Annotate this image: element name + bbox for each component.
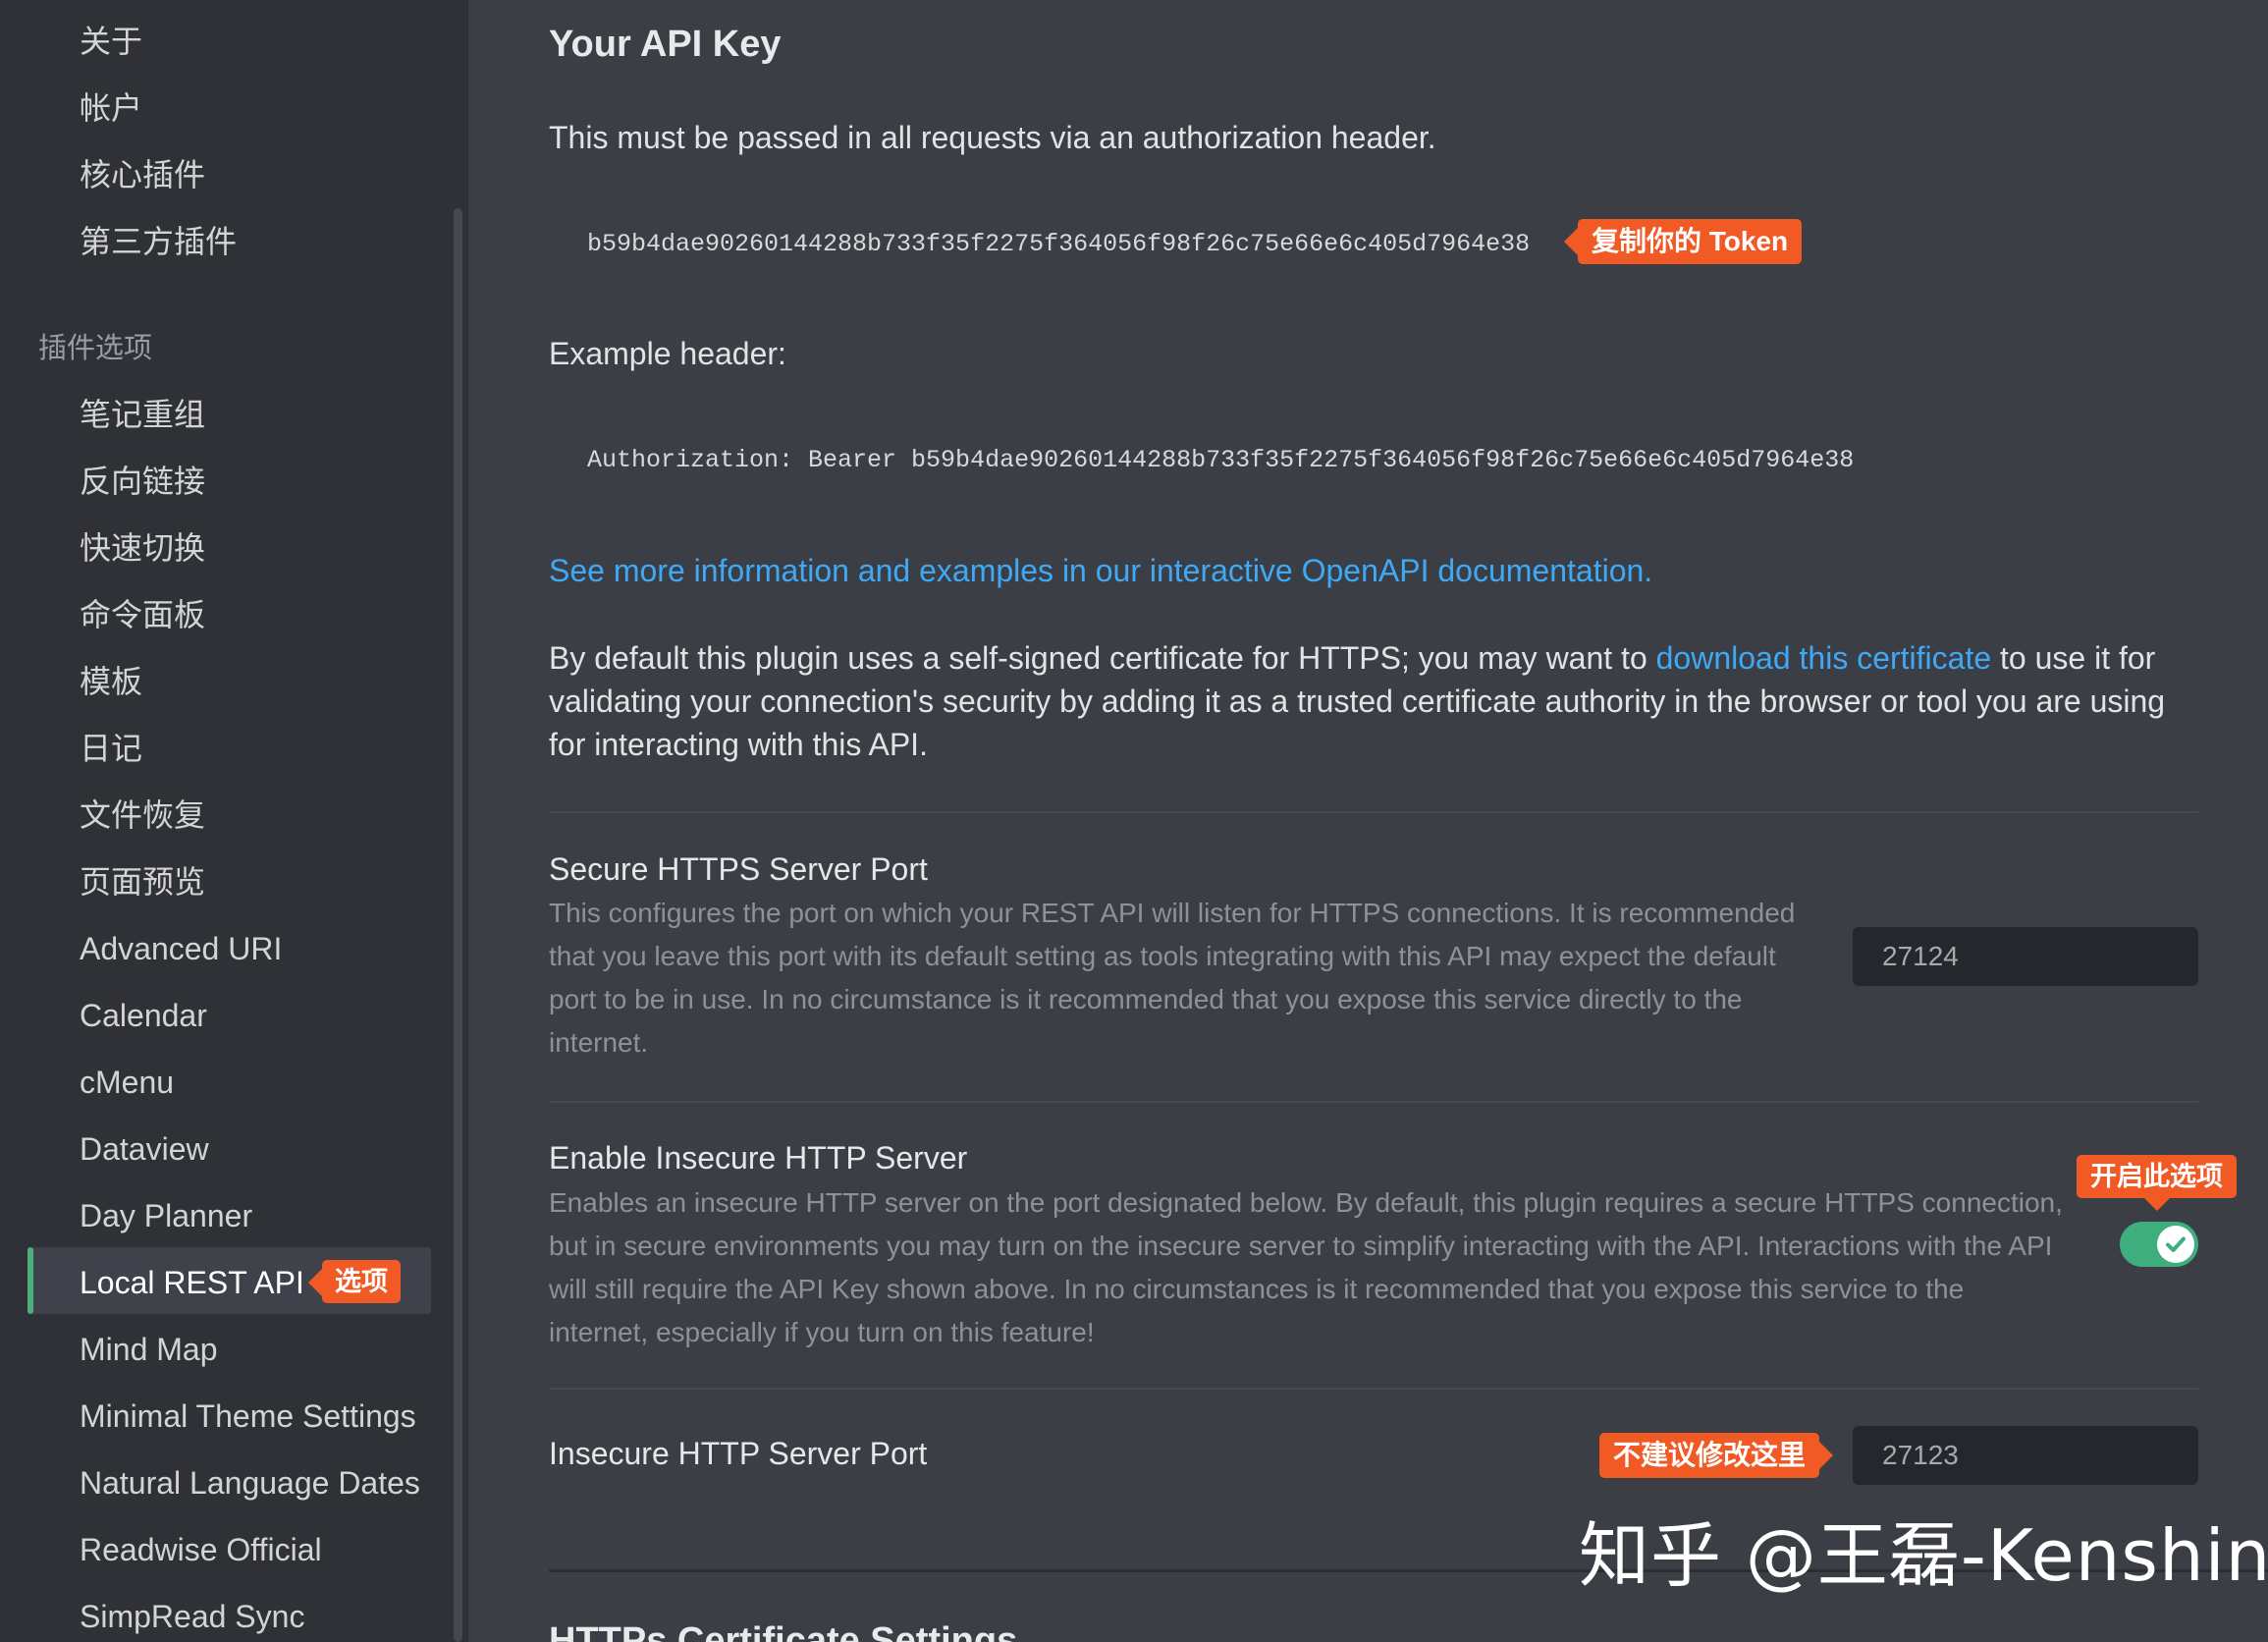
insecure-server-desc-line: Enables an insecure HTTP server on the p… [549, 1187, 2063, 1218]
sidebar-item-page-preview[interactable]: 页面预览 [80, 855, 205, 908]
sidebar-item-local-rest-api[interactable]: Local REST API [80, 1256, 304, 1309]
section-divider [549, 811, 2198, 813]
sidebar-item-community-plugins[interactable]: 第三方插件 [80, 215, 237, 268]
sidebar-item-calendar[interactable]: Calendar [80, 989, 207, 1042]
certificate-text-tail: to use it for [1991, 640, 2156, 676]
sidebar-item-daily-notes[interactable]: 日记 [80, 722, 142, 775]
zhihu-watermark: 知乎 @王磊-Kenshin [1579, 1514, 2268, 1597]
insecure-server-setting-name: Enable Insecure HTTP Server [549, 1140, 968, 1176]
https-port-desc-line: port to be in use. In no circumstance is… [549, 984, 1743, 1014]
copy-token-callout-badge: 复制你的 Token [1563, 219, 1803, 264]
options-callout-badge: 选项 [308, 1260, 401, 1303]
section-divider [549, 1388, 2198, 1390]
sidebar-item-backlinks[interactable]: 反向链接 [80, 455, 205, 508]
check-icon [2166, 1236, 2186, 1252]
insecure-server-toggle[interactable] [2120, 1222, 2198, 1267]
sidebar-item-day-planner[interactable]: Day Planner [80, 1189, 252, 1242]
https-port-setting-description: This configures the port on which your R… [549, 892, 1795, 1065]
example-header-code[interactable]: Authorization: Bearer b59b4dae9026014428… [587, 446, 1854, 474]
sidebar-item-mind-map[interactable]: Mind Map [80, 1323, 218, 1376]
sidebar-item-account[interactable]: 帐户 [80, 82, 142, 135]
insecure-server-desc-line: internet, especially if you turn on this… [549, 1317, 1095, 1347]
certificate-text: By default this plugin uses a self-signe… [549, 640, 1656, 676]
sidebar-section-heading: 插件选项 [38, 333, 153, 364]
sidebar-item-advanced-uri[interactable]: Advanced URI [80, 922, 282, 975]
sidebar-item-quick-switcher[interactable]: 快速切换 [80, 521, 205, 575]
https-port-setting-name: Secure HTTPS Server Port [549, 851, 928, 887]
do-not-modify-callout-badge: 不建议修改这里 [1599, 1433, 1834, 1478]
sidebar-item-readwise-official[interactable]: Readwise Official [80, 1523, 322, 1576]
sidebar-item-note-composer[interactable]: 笔记重组 [80, 388, 205, 441]
section-divider [549, 1101, 2198, 1103]
certificate-text-line2: validating your connection's security by… [549, 684, 2166, 719]
toggle-knob [2157, 1226, 2194, 1263]
https-port-input[interactable] [1853, 927, 2198, 986]
sidebar-item-simpread-sync[interactable]: SimpRead Sync [80, 1590, 304, 1642]
enable-option-callout-badge: 开启此选项 [2077, 1155, 2237, 1211]
https-certificate-settings-heading: HTTPs Certificate Settings [549, 1620, 1018, 1642]
sidebar-item-file-recovery[interactable]: 文件恢复 [80, 789, 205, 842]
api-key-token[interactable]: b59b4dae90260144288b733f35f2275f364056f9… [587, 230, 1530, 258]
insecure-server-desc-line: will still require the API Key shown abo… [549, 1274, 1965, 1304]
example-header-label: Example header: [549, 336, 786, 371]
api-key-description: This must be passed in all requests via … [549, 120, 1436, 155]
https-port-desc-line: that you leave this port with its defaul… [549, 941, 1776, 971]
sidebar-item-minimal-theme-settings[interactable]: Minimal Theme Settings [80, 1390, 416, 1443]
http-port-input[interactable] [1853, 1426, 2198, 1485]
insecure-server-setting-description: Enables an insecure HTTP server on the p… [549, 1181, 2063, 1354]
sidebar-item-core-plugins[interactable]: 核心插件 [80, 148, 205, 201]
certificate-paragraph: By default this plugin uses a self-signe… [549, 636, 2218, 766]
sidebar-item-command-palette[interactable]: 命令面板 [80, 588, 205, 641]
insecure-server-desc-line: but in secure environments you may turn … [549, 1231, 2053, 1261]
settings-sidebar: 关于 帐户 核心插件 第三方插件 插件选项 笔记重组 反向链接 快速切换 命令面… [0, 0, 468, 1642]
sidebar-item-cmenu[interactable]: cMenu [80, 1056, 174, 1109]
download-certificate-link[interactable]: download this certificate [1656, 640, 1992, 676]
certificate-text-line3: for interacting with this API. [549, 727, 928, 762]
sidebar-scrollbar[interactable] [454, 208, 462, 1642]
sidebar-item-dataview[interactable]: Dataview [80, 1122, 209, 1176]
settings-content: Your API Key This must be passed in all … [468, 0, 2268, 1642]
sidebar-item-natural-language-dates[interactable]: Natural Language Dates [80, 1456, 420, 1509]
sidebar-active-indicator [27, 1247, 33, 1314]
api-key-heading: Your API Key [549, 24, 782, 65]
https-port-desc-line: internet. [549, 1027, 649, 1058]
sidebar-item-templates[interactable]: 模板 [80, 655, 142, 708]
https-port-desc-line: This configures the port on which your R… [549, 898, 1796, 928]
sidebar-item-about[interactable]: 关于 [80, 15, 142, 68]
openapi-docs-link[interactable]: See more information and examples in our… [549, 549, 1652, 592]
http-port-setting-name: Insecure HTTP Server Port [549, 1436, 928, 1471]
